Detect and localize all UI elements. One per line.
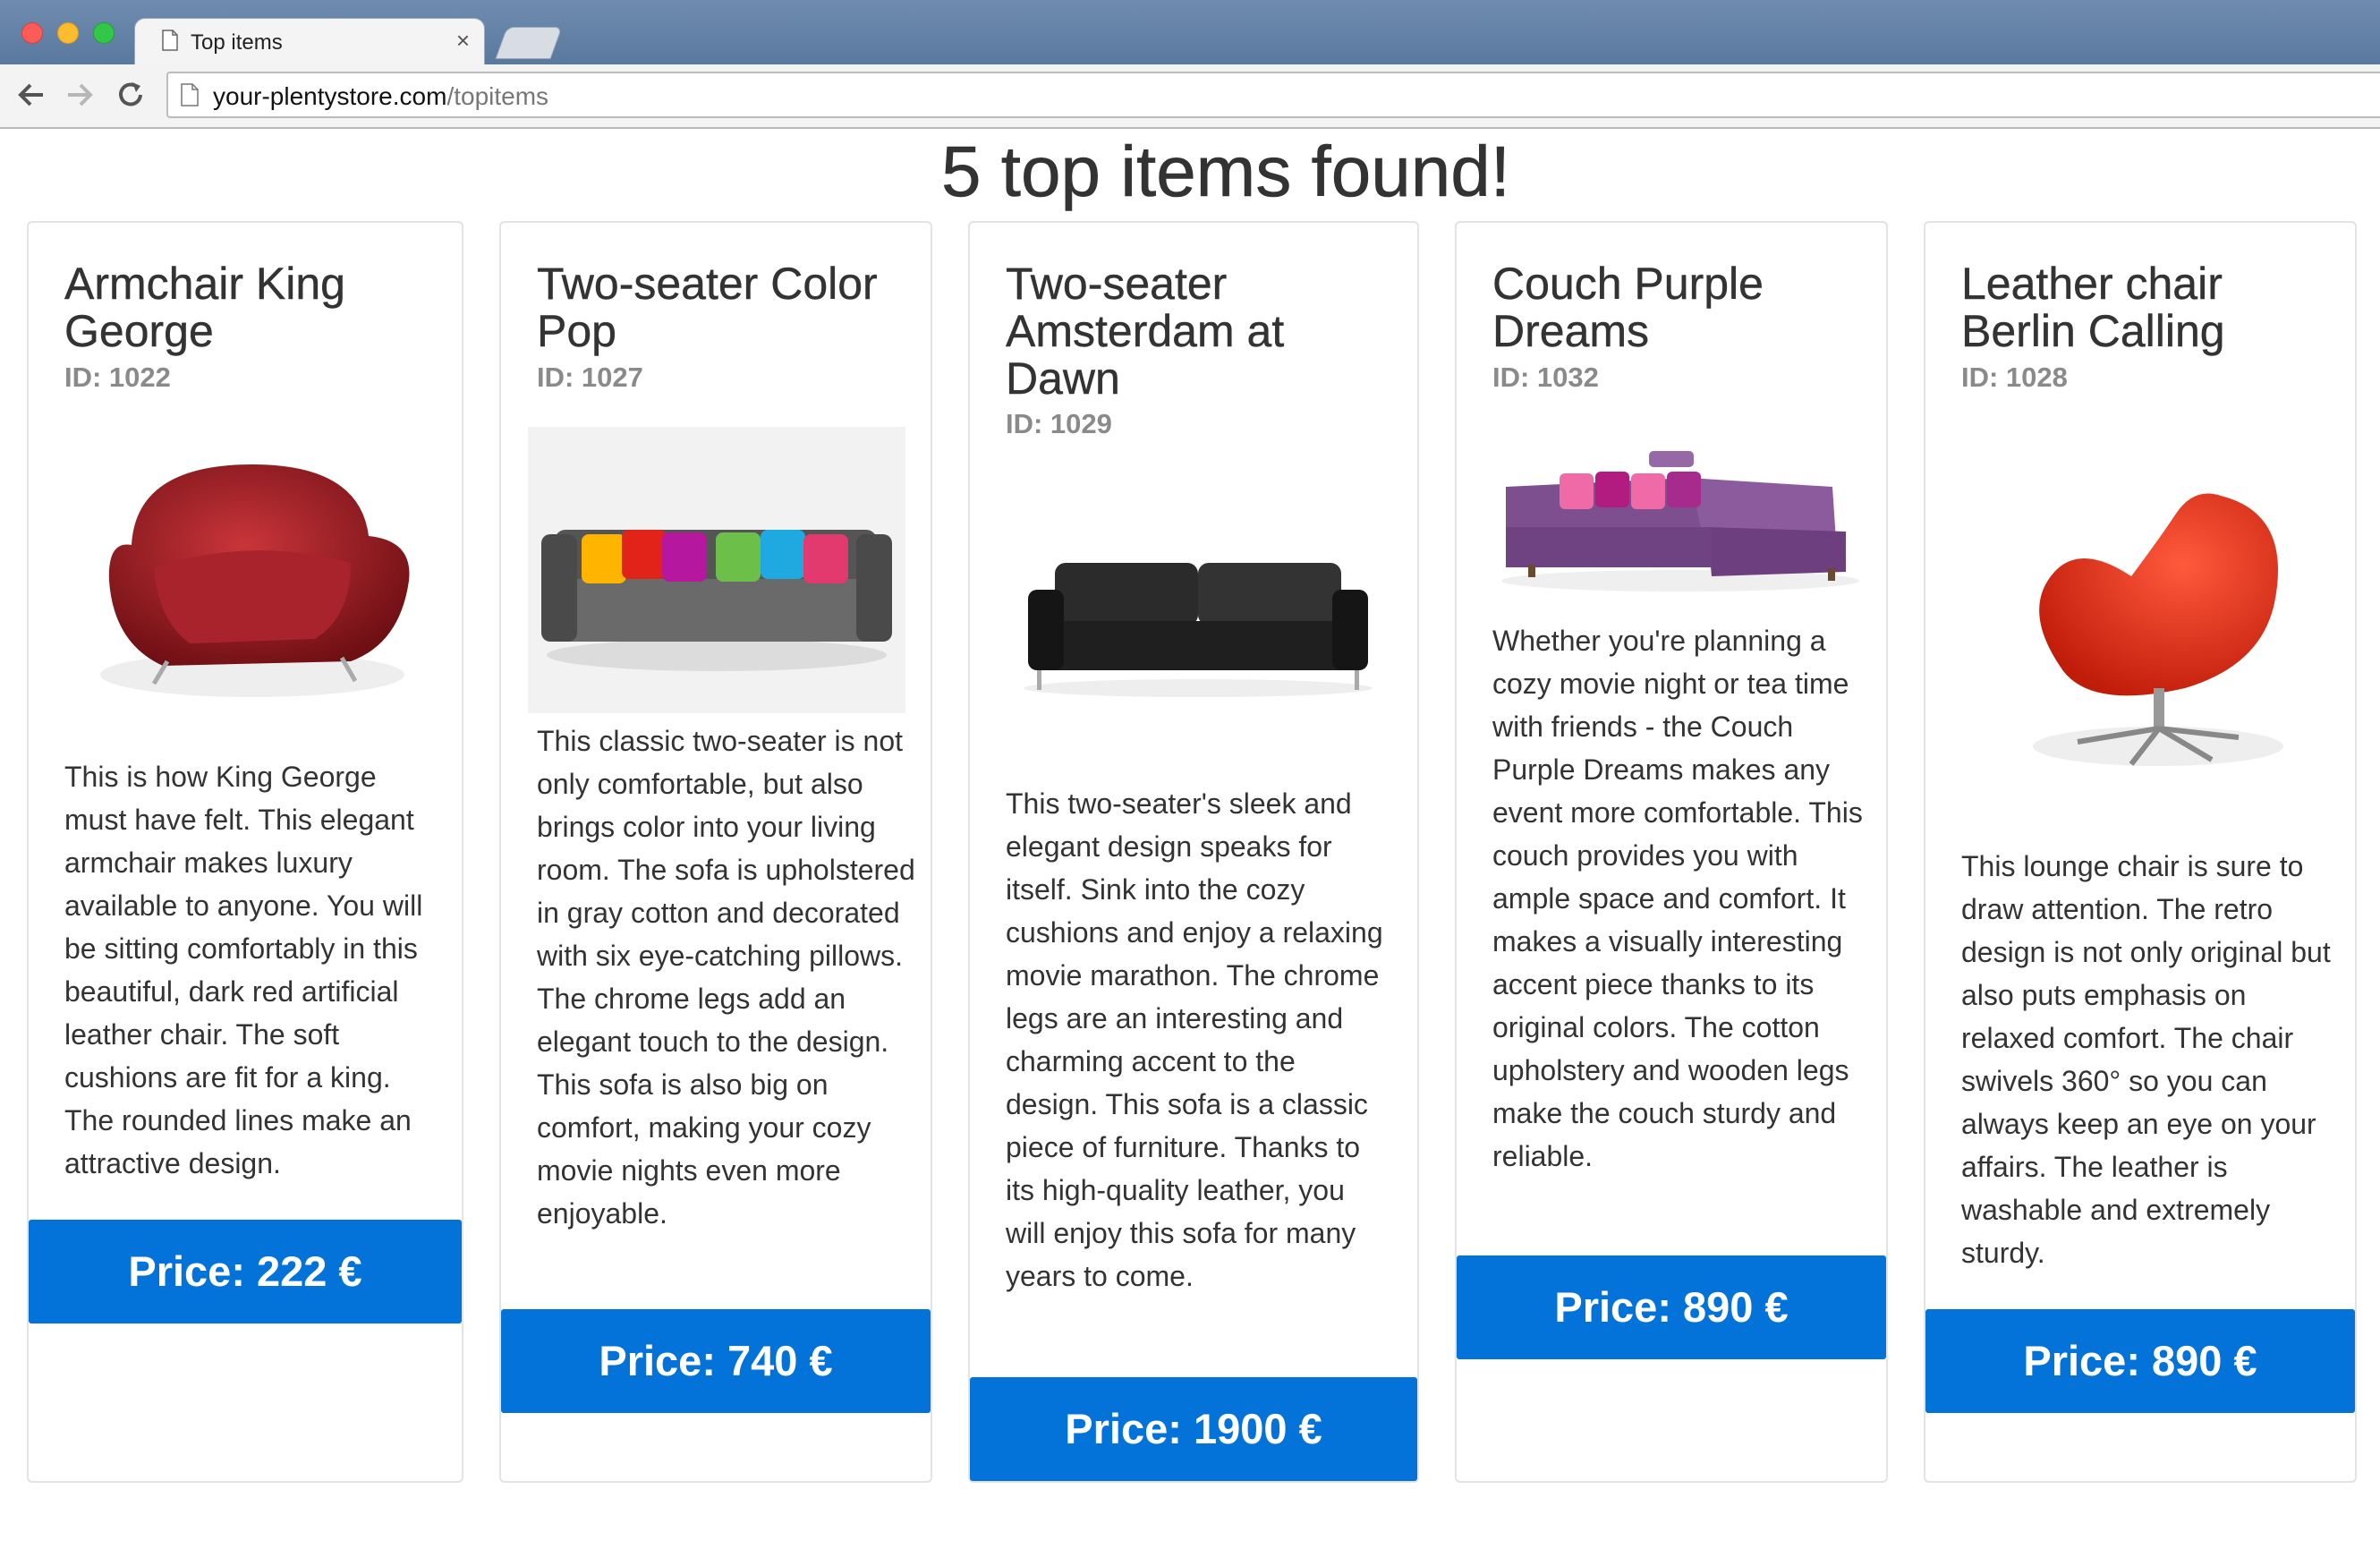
- item-title: Two-seater Amsterdam at Dawn: [1006, 259, 1285, 404]
- window-close-button[interactable]: [21, 22, 43, 44]
- gray-sofa-colorful-pillows-image: [528, 427, 905, 713]
- url-host: your-plentystore.com: [213, 82, 447, 110]
- browser-toolbar: your-plentystore.com/topitems: [0, 64, 2380, 129]
- new-tab-button[interactable]: [495, 27, 563, 59]
- price-button[interactable]: Price: 1900 €: [970, 1377, 1417, 1481]
- window-zoom-button[interactable]: [93, 22, 115, 44]
- page-heading: 5 top items found!: [941, 132, 1511, 212]
- tab-title: Top items: [191, 30, 283, 55]
- red-leather-armchair-image: [100, 464, 410, 697]
- window-minimize-button[interactable]: [57, 22, 79, 44]
- browser-titlebar: Top items ×: [0, 0, 2380, 65]
- red-egg-chair-image: [2033, 493, 2283, 766]
- item-id: ID: 1022: [64, 362, 171, 393]
- price-button[interactable]: Price: 890 €: [1925, 1309, 2355, 1413]
- item-id: ID: 1028: [1961, 362, 2068, 393]
- item-card[interactable]: Two-seater Amsterdam at Dawn ID: 1029 Th…: [968, 221, 1419, 1483]
- item-id: ID: 1027: [537, 362, 643, 393]
- back-arrow-icon[interactable]: [16, 79, 47, 116]
- price-button[interactable]: Price: 890 €: [1457, 1255, 1886, 1359]
- forward-arrow-icon[interactable]: [64, 79, 95, 116]
- url-text: your-plentystore.com/topitems: [213, 82, 548, 111]
- item-card[interactable]: Leather chair Berlin Calling ID: 1028 Th…: [1924, 221, 2357, 1483]
- item-id: ID: 1032: [1492, 362, 1599, 393]
- item-id: ID: 1029: [1006, 408, 1112, 439]
- browser-tab[interactable]: Top items ×: [134, 18, 485, 65]
- address-bar[interactable]: your-plentystore.com/topitems: [166, 72, 2380, 118]
- item-description: This classic two-seater is not only comf…: [537, 725, 915, 1230]
- page-icon: [162, 30, 178, 51]
- black-leather-sofa-image: [1024, 563, 1373, 697]
- item-title: Two-seater Color Pop: [537, 259, 878, 356]
- item-description: Whether you're planning a cozy movie nig…: [1492, 625, 1863, 1172]
- item-card[interactable]: Couch Purple Dreams ID: 1032 Whether you…: [1455, 221, 1888, 1483]
- item-description: This is how King George must have felt. …: [64, 761, 423, 1179]
- item-title: Couch Purple Dreams: [1492, 259, 1764, 356]
- item-title: Armchair King George: [64, 259, 345, 356]
- item-description: This lounge chair is sure to draw attent…: [1961, 850, 2331, 1269]
- price-button[interactable]: Price: 740 €: [501, 1309, 931, 1413]
- item-card[interactable]: Armchair King George ID: 1022 This is ho…: [27, 221, 463, 1483]
- purple-corner-couch-image: [1501, 451, 1859, 592]
- item-description: This two-seater's sleek and elegant desi…: [1006, 787, 1383, 1292]
- item-title: Leather chair Berlin Calling: [1961, 259, 2225, 356]
- reload-icon[interactable]: [115, 79, 147, 116]
- price-button[interactable]: Price: 222 €: [29, 1220, 462, 1323]
- url-path: /topitems: [446, 82, 549, 110]
- item-card[interactable]: Two-seater Color Pop ID: 1027 This class…: [499, 221, 932, 1483]
- tab-close-icon[interactable]: ×: [456, 27, 470, 55]
- page-icon: [181, 83, 199, 106]
